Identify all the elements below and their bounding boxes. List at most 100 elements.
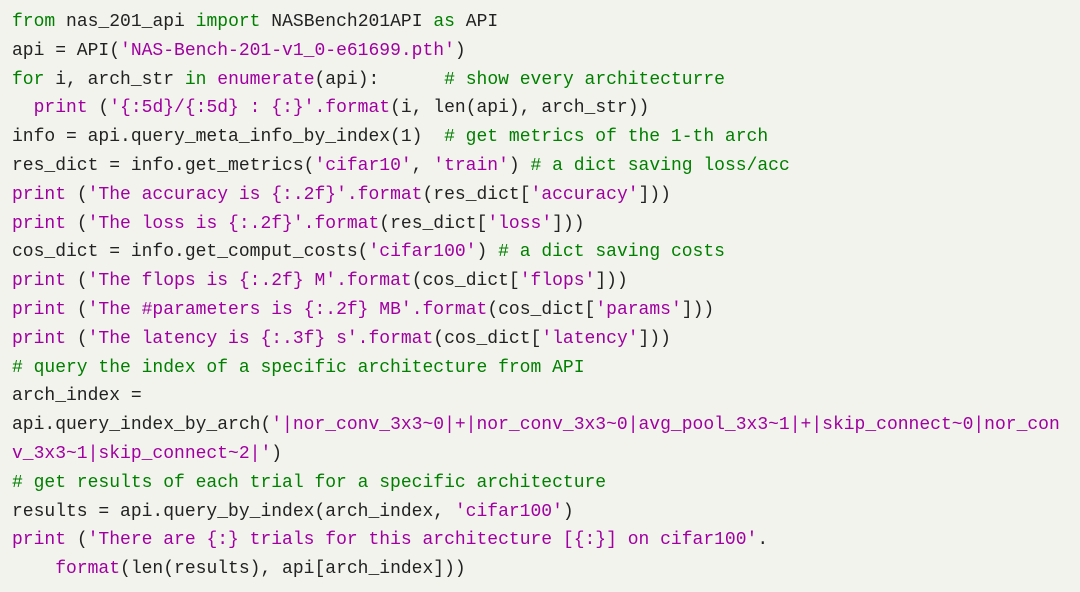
- keyword-for: for: [12, 70, 44, 90]
- keyword-from: from: [12, 12, 55, 32]
- paren: (: [66, 329, 88, 349]
- paren: (: [66, 185, 88, 205]
- comment: # a dict saving costs: [498, 242, 725, 262]
- paren: (: [66, 300, 88, 320]
- format-string: 'The latency is {:.3f} s': [88, 329, 358, 349]
- string-literal: 'train': [433, 156, 509, 176]
- dot: .: [757, 530, 768, 550]
- paren: ): [477, 242, 488, 262]
- bracket: ])): [639, 185, 671, 205]
- bracket: (cos_dict[: [487, 300, 595, 320]
- bracket: (res_dict[: [379, 214, 487, 234]
- code-line-15: # get results of each trial for a specif…: [12, 473, 606, 493]
- format-string: 'The accuracy is {:.2f}': [88, 185, 347, 205]
- format-method: .format: [336, 271, 412, 291]
- code-line-12: print ('The latency is {:.3f} s'.format(…: [12, 329, 671, 349]
- comment: # a dict saving loss/acc: [531, 156, 790, 176]
- keyword-import: import: [196, 12, 261, 32]
- format-string: 'There are {:} trials for this architect…: [88, 530, 758, 550]
- indent: [12, 98, 34, 118]
- string-literal: 'cifar10': [314, 156, 411, 176]
- print-call: print: [12, 300, 66, 320]
- code-line-1: from nas_201_api import NASBench201API a…: [12, 12, 498, 32]
- print-call: print: [12, 271, 66, 291]
- paren: (: [66, 214, 88, 234]
- keyword-in: in: [185, 70, 207, 90]
- code-line-17: print ('There are {:} trials for this ar…: [12, 530, 768, 579]
- code-line-3: for i, arch_str in enumerate(api): # sho…: [12, 70, 725, 90]
- string-literal: 'cifar100': [455, 502, 563, 522]
- format-string: '{:5d}/{:5d} : {:}': [109, 98, 314, 118]
- dict-key: 'latency': [541, 329, 638, 349]
- code-line-8: print ('The loss is {:.2f}'.format(res_d…: [12, 214, 585, 234]
- paren: ): [271, 444, 282, 464]
- loop-vars: i, arch_str: [55, 70, 174, 90]
- format-string: 'The loss is {:.2f}': [88, 214, 304, 234]
- bracket: ])): [682, 300, 714, 320]
- string-literal: 'cifar100': [368, 242, 476, 262]
- bracket: (res_dict[: [423, 185, 531, 205]
- comment: # show every architecturre: [444, 70, 725, 90]
- paren: ): [455, 41, 466, 61]
- print-call: print: [12, 214, 66, 234]
- format-method: .format: [314, 98, 390, 118]
- module-name: nas_201_api: [66, 12, 185, 32]
- cont-indent: [12, 559, 55, 579]
- dict-key: 'params': [595, 300, 681, 320]
- builtin-enumerate: enumerate: [217, 70, 314, 90]
- code-line-7: print ('The accuracy is {:.2f}'.format(r…: [12, 185, 671, 205]
- format-string: 'The flops is {:.2f} M': [88, 271, 336, 291]
- code-line-11: print ('The #parameters is {:.2f} MB'.fo…: [12, 300, 714, 320]
- print-call: print: [12, 185, 66, 205]
- comma: ,: [412, 156, 434, 176]
- paren: (: [66, 271, 88, 291]
- comment: # get metrics of the 1-th arch: [444, 127, 768, 147]
- code-line-2: api = API('NAS-Bench-201-v1_0-e61699.pth…: [12, 41, 466, 61]
- assign: results = api.query_by_index(arch_index,: [12, 502, 455, 522]
- format-method: .format: [412, 300, 488, 320]
- code-line-5: info = api.query_meta_info_by_index(1) #…: [12, 127, 768, 147]
- format-method: format: [55, 559, 120, 579]
- code-line-4: print ('{:5d}/{:5d} : {:}'.format(i, len…: [12, 98, 649, 118]
- paren: (: [66, 530, 88, 550]
- format-args: (len(results), api[arch_index])): [120, 559, 466, 579]
- paren: ): [509, 156, 520, 176]
- print-call: print: [12, 530, 66, 550]
- bracket: (cos_dict[: [433, 329, 541, 349]
- bracket: ])): [639, 329, 671, 349]
- assign: cos_dict = info.get_comput_costs(: [12, 242, 368, 262]
- keyword-as: as: [433, 12, 455, 32]
- bracket: ])): [552, 214, 584, 234]
- string-literal: 'NAS-Bench-201-v1_0-e61699.pth': [120, 41, 455, 61]
- print-call: print: [12, 329, 66, 349]
- code-line-6: res_dict = info.get_metrics('cifar10', '…: [12, 156, 790, 176]
- alias: API: [466, 12, 498, 32]
- code-block: from nas_201_api import NASBench201API a…: [0, 0, 1080, 592]
- class-name: NASBench201API: [271, 12, 422, 32]
- format-args: (i, len(api), arch_str)): [390, 98, 649, 118]
- paren: (: [88, 98, 110, 118]
- bracket: ])): [595, 271, 627, 291]
- paren: ): [563, 502, 574, 522]
- assign: api = API(: [12, 41, 120, 61]
- code-line-10: print ('The flops is {:.2f} M'.format(co…: [12, 271, 628, 291]
- comment: # get results of each trial for a specif…: [12, 473, 606, 493]
- code-line-13: # query the index of a specific architec…: [12, 358, 585, 378]
- comment: # query the index of a specific architec…: [12, 358, 585, 378]
- iter-target: (api):: [315, 70, 380, 90]
- format-method: .format: [304, 214, 380, 234]
- code-line-16: results = api.query_by_index(arch_index,…: [12, 502, 574, 522]
- assign: res_dict = info.get_metrics(: [12, 156, 314, 176]
- format-method: .format: [358, 329, 434, 349]
- format-string: 'The #parameters is {:.2f} MB': [88, 300, 412, 320]
- code-line-14: arch_index = api.query_index_by_arch('|n…: [12, 386, 1060, 464]
- code-line-9: cos_dict = info.get_comput_costs('cifar1…: [12, 242, 725, 262]
- dict-key: 'loss': [487, 214, 552, 234]
- dict-key: 'flops': [520, 271, 596, 291]
- print-call: print: [34, 98, 88, 118]
- format-method: .format: [347, 185, 423, 205]
- assign: arch_index = api.query_index_by_arch(: [12, 386, 271, 435]
- assign: info = api.query_meta_info_by_index(1): [12, 127, 422, 147]
- dict-key: 'accuracy': [531, 185, 639, 205]
- bracket: (cos_dict[: [412, 271, 520, 291]
